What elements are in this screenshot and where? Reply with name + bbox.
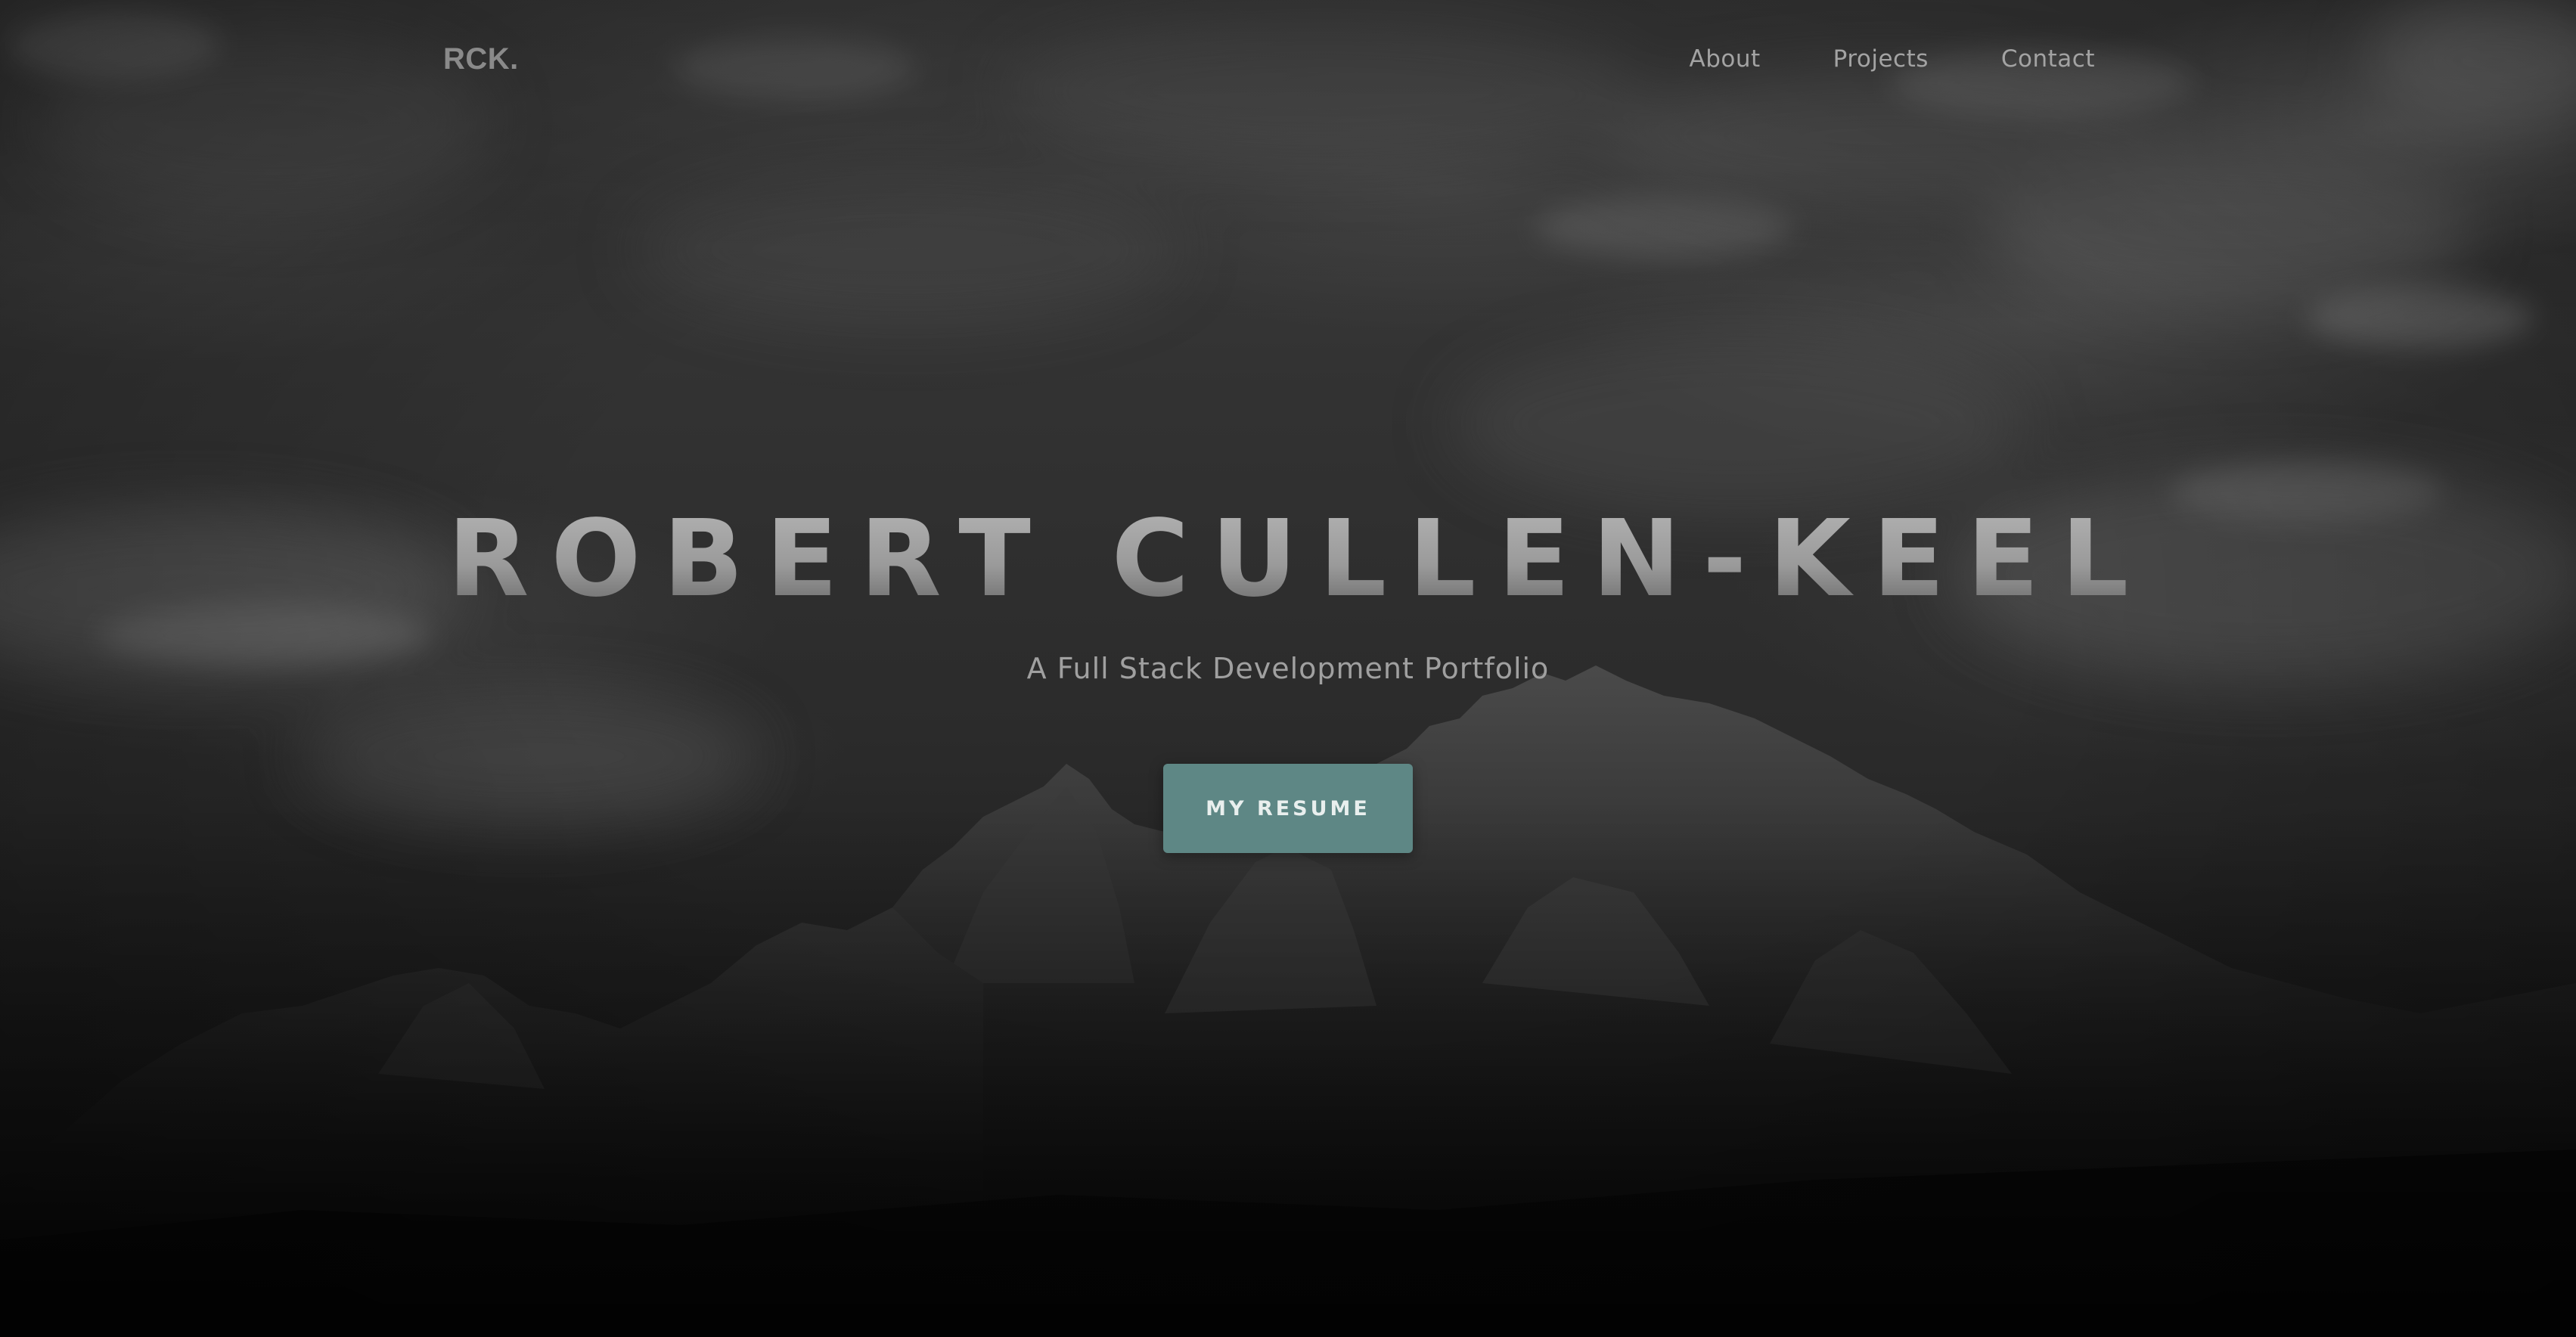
hero-title: ROBERT CULLEN-KEEL [0,499,2576,620]
nav-link-about[interactable]: About [1690,45,1761,73]
top-navigation: RCK. About Projects Contact [0,0,2576,127]
nav-link-projects[interactable]: Projects [1833,45,1929,73]
site-logo[interactable]: RCK. [443,42,519,76]
hero-subtitle: A Full Stack Development Portfolio [1026,652,1550,685]
hero-section: RCK. About Projects Contact ROBERT CULLE… [0,0,2576,1337]
resume-button[interactable]: MY RESUME [1163,764,1413,853]
nav-links: About Projects Contact [1690,45,2095,73]
nav-link-contact[interactable]: Contact [2001,45,2095,73]
